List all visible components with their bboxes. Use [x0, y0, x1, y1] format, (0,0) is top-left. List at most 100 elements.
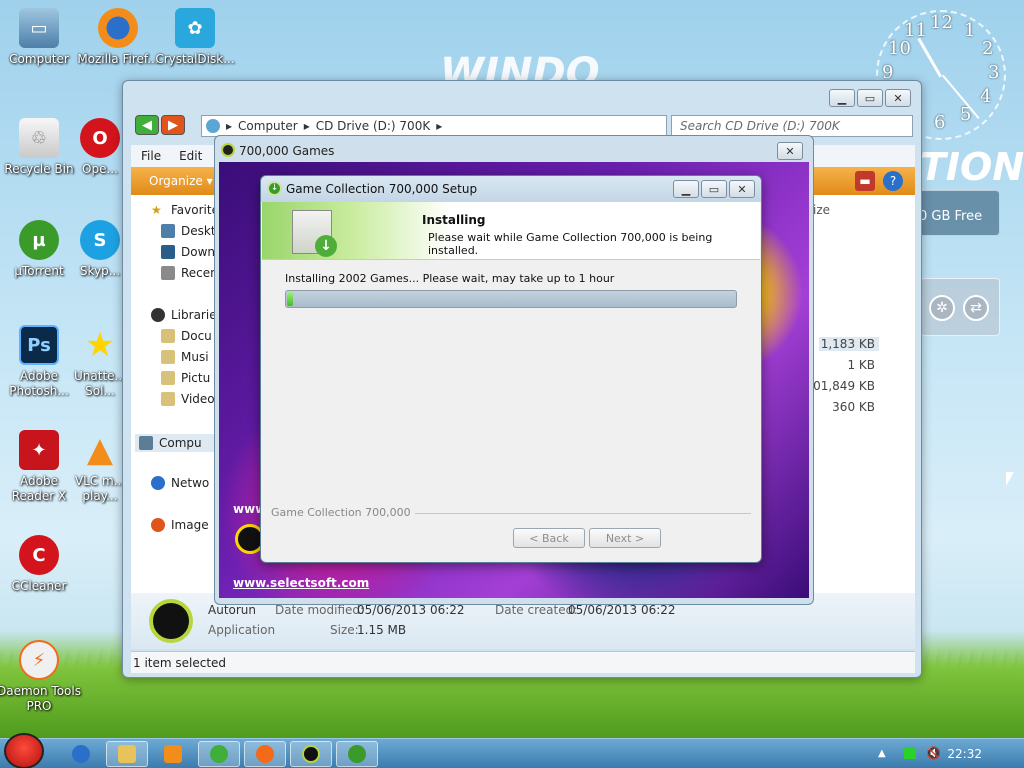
breadcrumb-separator: ▸ [303, 119, 310, 133]
taskbar-app-green[interactable] [198, 741, 240, 767]
recycle-bin-icon: ♲ [19, 118, 59, 158]
crystaldisk-icon: ✿ [175, 8, 215, 48]
setup-dialog[interactable]: ↓ Game Collection 700,000 Setup ▁ ▭ ✕ In… [260, 175, 762, 563]
recent-icon [161, 266, 175, 280]
desktop-icon-utorrent[interactable]: µ µTorrent [0, 220, 81, 279]
setup-maximize-button[interactable]: ▭ [701, 180, 727, 198]
details-size-value: 1.15 MB [357, 623, 407, 637]
nav-image[interactable]: Image [151, 518, 209, 532]
clock-number: 4 [980, 86, 992, 107]
back-arrow-icon[interactable]: ◀ [135, 115, 159, 135]
desktop-icon-crystaldisk[interactable]: ✿ CrystalDisk... [153, 8, 237, 67]
downloads-icon [161, 245, 175, 259]
nav-documents[interactable]: Docu [161, 329, 212, 343]
size-column-header[interactable]: ize [813, 203, 830, 217]
clock-number: 2 [982, 38, 994, 59]
help-icon[interactable]: ? [883, 171, 903, 191]
clock-time[interactable]: 22:32 [947, 747, 982, 761]
nav-pictures[interactable]: Pictu [161, 371, 210, 385]
breadcrumb-drive[interactable]: CD Drive (D:) 700K [316, 119, 430, 133]
nav-desktop[interactable]: Deskt [161, 224, 216, 238]
back-button[interactable]: < Back [513, 528, 585, 548]
close-button[interactable]: ✕ [885, 89, 911, 107]
swap-icon[interactable]: ⇄ [963, 295, 989, 321]
setup-close-button[interactable]: ✕ [729, 180, 755, 198]
settings-icon[interactable]: ✲ [929, 295, 955, 321]
setup-brand-line: Game Collection 700,000 [271, 506, 751, 519]
setup-icon [348, 745, 366, 763]
install-status-text: Installing 2002 Games... Please wait, ma… [285, 272, 615, 285]
taskbar-games[interactable] [290, 741, 332, 767]
computer-icon [139, 436, 153, 450]
nav-favorites[interactable]: ★ Favorite [151, 203, 219, 217]
documents-icon [161, 329, 175, 343]
nav-recent[interactable]: Recen [161, 266, 218, 280]
volume-muted-icon[interactable]: 🔇 [926, 746, 941, 760]
nav-downloads[interactable]: Down [161, 245, 215, 259]
organize-button[interactable]: Organize ▾ [149, 174, 213, 188]
desktop-icon-skype[interactable]: S Skyp... [72, 220, 128, 279]
menu-edit[interactable]: Edit [179, 149, 202, 163]
desktop-icon-opera[interactable]: O Ope... [72, 118, 128, 177]
details-size-label: Size: [330, 623, 359, 637]
maximize-button[interactable]: ▭ [857, 89, 883, 107]
desktop-icon-vlc[interactable]: ▲ VLC m... play... [72, 430, 128, 504]
network-icon[interactable] [904, 747, 916, 759]
taskbar-media-player[interactable] [152, 741, 194, 767]
breadcrumb-separator: ▸ [436, 119, 443, 133]
adobe-reader-icon: ✦ [19, 430, 59, 470]
desktop-icon-ccleaner[interactable]: C CCleaner [0, 535, 81, 594]
mouse-cursor-icon [1006, 472, 1014, 486]
control-gadget[interactable]: ✲ ⇄ [920, 278, 1000, 336]
taskbar-ie[interactable] [60, 741, 102, 767]
search-input[interactable]: Search CD Drive (D:) 700K [671, 115, 913, 137]
desktop-icon-photoshop[interactable]: Ps Adobe Photosh... [0, 325, 81, 399]
breadcrumb-computer[interactable]: Computer [238, 119, 298, 133]
image-icon [151, 518, 165, 532]
app-icon [210, 745, 228, 763]
file-size: 1 KB [847, 358, 875, 372]
address-bar[interactable]: ▸ Computer ▸ CD Drive (D:) 700K ▸ [201, 115, 667, 137]
desktop-icon-adobe-reader[interactable]: ✦ Adobe Reader X [0, 430, 81, 504]
setup-subheading: Please wait while Game Collection 700,00… [428, 231, 713, 257]
nav-videos[interactable]: Video [161, 392, 215, 406]
nav-music[interactable]: Musi [161, 350, 209, 364]
desktop-icon-computer[interactable]: ▭ Computer [0, 8, 81, 67]
details-name: Autorun [208, 603, 257, 617]
desktop-icon-unattended[interactable]: ★ Unatte... Sol... [72, 325, 128, 399]
desktop-icon-firefox[interactable]: Mozilla Firef... [76, 8, 160, 67]
desktop-icon-daemon-tools[interactable]: ⚡ Daemon Tools PRO [0, 640, 81, 714]
opera-icon: O [80, 118, 120, 158]
desktop-icon-recycle-bin[interactable]: ♲ Recycle Bin [0, 118, 81, 177]
preview-pane-icon[interactable]: ▬ [855, 171, 875, 191]
status-bar: 1 item selected [131, 651, 915, 673]
start-button[interactable] [4, 733, 44, 768]
minimize-button[interactable]: ▁ [829, 89, 855, 107]
photoshop-icon: Ps [19, 325, 59, 365]
menu-file[interactable]: File [141, 149, 161, 163]
vlc-cone-icon: ▲ [86, 430, 114, 470]
taskbar-setup[interactable] [336, 741, 378, 767]
details-modified-value: 05/06/2013 06:22 [357, 603, 465, 617]
nav-libraries[interactable]: Librarie [151, 308, 217, 322]
next-button[interactable]: Next > [589, 528, 661, 548]
network-icon [151, 476, 165, 490]
details-created-value: 05/06/2013 06:22 [568, 603, 676, 617]
games-icon [302, 745, 320, 763]
ccleaner-icon: C [19, 535, 59, 575]
clock-hour-hand [917, 37, 942, 78]
install-progress-bar [285, 290, 737, 308]
nav-network[interactable]: Netwo [151, 476, 209, 490]
taskbar-explorer[interactable] [106, 741, 148, 767]
tray-expand-icon[interactable]: ▲ [878, 748, 886, 759]
setup-header: Installing Please wait while Game Collec… [262, 202, 760, 260]
setup-minimize-button[interactable]: ▁ [673, 180, 699, 198]
taskbar-firefox[interactable] [244, 741, 286, 767]
forward-arrow-icon[interactable]: ▶ [161, 115, 185, 135]
explorer-caption-buttons: ▁ ▭ ✕ [829, 89, 911, 107]
games-close-button[interactable]: ✕ [777, 142, 803, 160]
games-website-link[interactable]: www.selectsoft.com [233, 576, 369, 590]
details-type: Application [208, 623, 276, 637]
drive-icon [206, 119, 220, 133]
libraries-icon [151, 308, 165, 322]
